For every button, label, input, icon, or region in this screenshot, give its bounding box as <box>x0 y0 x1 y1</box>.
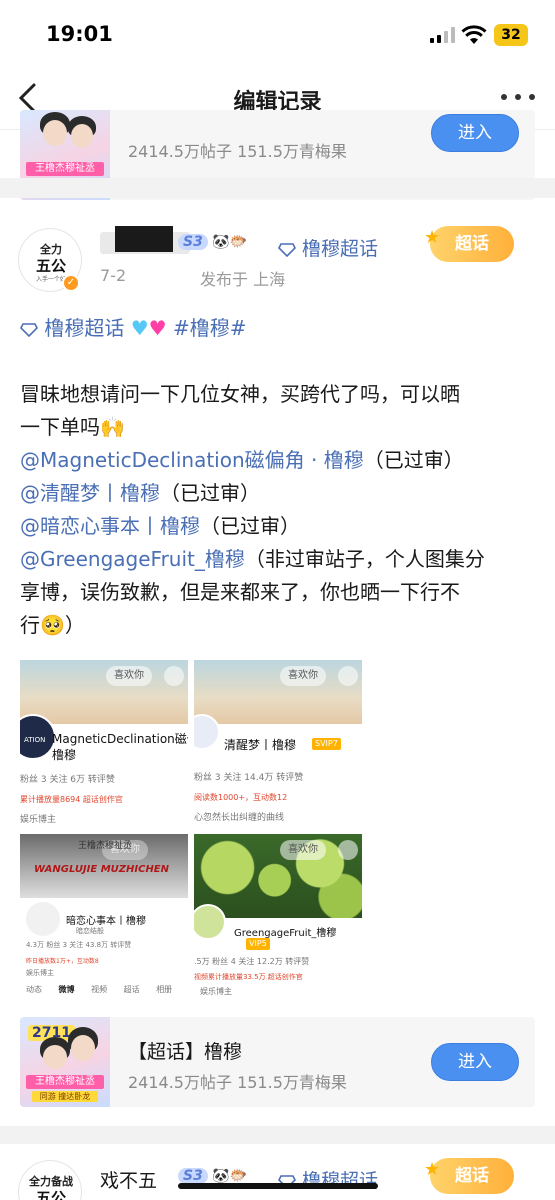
panda-icon: 🐼 <box>212 1168 230 1184</box>
fish-icon: 🐡 <box>229 234 248 250</box>
profile-highlight: 昨日播放数1万+，互动数8 <box>26 958 99 965</box>
star-icon: ★ <box>424 1159 441 1180</box>
profile-stats: 粉丝 3 关注 6万 转评赞 <box>20 775 115 785</box>
profile-tabs: 动态 微博 视频 超话 相册 <box>26 984 172 995</box>
profile-stats: .5万 粉丝 4 关注 12.2万 转评赞 <box>194 957 310 966</box>
post-body: 冒昧地想请问一下几位女神，买跨代了吗，可以晒 一下单吗🙌 @MagneticDe… <box>20 378 540 642</box>
tab: 视频 <box>91 985 108 994</box>
signal-icon <box>430 27 456 43</box>
thumb-banner: 王橹杰穆祉丞 <box>26 162 104 176</box>
profile-avatar <box>194 904 226 940</box>
mention-link[interactable]: @清醒梦丨橹穆 <box>20 481 160 505</box>
divider <box>0 1126 555 1144</box>
tab: 微博 <box>58 985 75 994</box>
profile-sub: 暗恋结般 <box>76 927 104 935</box>
user-badges: S3 🐼🐡 <box>178 1168 247 1184</box>
hashtag-link[interactable]: #橹穆# <box>173 316 247 340</box>
tab: 动态 <box>26 985 42 994</box>
tab: 超话 <box>123 985 140 994</box>
mention-line-1: @MagneticDeclination磁偏角 · 橹穆（已过审） <box>20 448 464 472</box>
mention-line-2: @清醒梦丨橹穆（已过审） <box>20 481 260 505</box>
post-image-4[interactable]: 喜欢你 GreengageFruit_橹穆 VIP5 .5万 粉丝 4 关注 1… <box>194 834 362 1000</box>
supertopic-tag[interactable]: ★ 超话 <box>424 1158 514 1194</box>
profile-highlight: 阅读数1000+，互动数12 <box>194 793 288 802</box>
enter-button[interactable]: 进入 <box>431 1043 519 1081</box>
supertopic-tag[interactable]: ★ 超话 <box>424 226 514 262</box>
search-icon <box>164 666 184 686</box>
post-image-3[interactable]: 喜欢你 王橹杰穆祉丞 WANGLUJIE MUZHICHEN 暗恋心事本丨橹穆 … <box>20 834 188 1000</box>
search-icon <box>338 840 358 860</box>
post-line: 一下单吗🙌 <box>20 415 125 439</box>
profile-desc: 娱乐博主 <box>20 815 57 825</box>
mention-line-4: @GreengageFruit_橹穆（非过审站子，个人图集分 <box>20 547 485 571</box>
like-chip: 喜欢你 <box>280 840 326 860</box>
search-icon <box>338 666 358 686</box>
user-badges: S3 🐼🐡 <box>178 234 247 250</box>
more-options-icon[interactable] <box>501 94 535 102</box>
diamond-icon <box>278 242 296 257</box>
diamond-icon <box>20 322 38 337</box>
blue-heart-icon: ♥ <box>130 316 149 340</box>
level-badge: S3 <box>178 234 208 250</box>
vip-badge: VIP5 <box>246 938 270 950</box>
profile-desc: 娱乐博主 <box>200 987 232 996</box>
divider <box>0 178 555 198</box>
enter-button[interactable]: 进入 <box>431 114 519 152</box>
profile-name: 暗恋心事本丨橹穆 <box>66 916 146 927</box>
profile-name: MagneticDeclination磁偏 <box>52 732 188 746</box>
profile-highlight: 累计播放量8694 超话创作官 <box>20 795 123 804</box>
supertopic-link[interactable]: 橹穆超话 <box>278 234 378 261</box>
wifi-icon <box>461 25 487 44</box>
post-line: 行🥺） <box>20 613 85 637</box>
supertopic-title: 【超话】橹穆 <box>128 1041 243 1063</box>
mention-link[interactable]: @暗恋心事本丨橹穆 <box>20 514 200 538</box>
battery-indicator: 32 <box>494 24 528 46</box>
thumb-banner: 王橹杰穆祉丞 <box>26 1075 104 1089</box>
supertopic-stats: 2414.5万帖子 151.5万青梅果 <box>128 1073 347 1092</box>
post-line: 享博，误伤致歉，但是来都来了，你也晒一下行不 <box>20 580 460 604</box>
username[interactable]: 戏不五 <box>100 1166 157 1193</box>
profile-highlight: 视频累计播放量33.5万 超话创作官 <box>194 973 303 981</box>
supertopic-stats: 2414.5万帖子 151.5万青梅果 <box>128 142 347 161</box>
fish-icon: 🐡 <box>229 1168 248 1184</box>
banner-title: 王橹杰穆祉丞 <box>78 841 133 851</box>
verified-badge-icon: ✓ <box>62 274 80 292</box>
banner-logo-text: WANGLUJIE MUZHICHEN <box>34 864 170 875</box>
profile-name: 清醒梦丨橹穆 <box>224 738 297 752</box>
panda-icon: 🐼 <box>212 234 230 250</box>
profile-name: GreengageFruit_橹穆 <box>234 928 337 939</box>
profile-desc: 娱乐博主 <box>26 969 54 977</box>
profile-stats: 粉丝 3 关注 14.4万 转评赞 <box>194 773 304 783</box>
star-icon: ★ <box>424 227 441 248</box>
status-time: 19:01 <box>46 22 113 46</box>
mention-link[interactable]: @MagneticDeclination磁偏角 · 橹穆 <box>20 448 364 472</box>
profile-name-line2: 橹穆 <box>52 748 77 762</box>
supertopic-card[interactable]: 2711 王橹杰穆祉丞 同游 撞达卧龙 【超话】橹穆 2414.5万帖子 151… <box>20 1017 535 1107</box>
mention-link[interactable]: @GreengageFruit_橹穆 <box>20 547 245 571</box>
mention-line-3: @暗恋心事本丨橹穆（已过审） <box>20 514 300 538</box>
post-date: 7-2 <box>100 266 127 285</box>
profile-stats: 4.3万 粉丝 3 关注 43.8万 转评赞 <box>26 941 132 949</box>
thumb-sub-banner: 同游 撞达卧龙 <box>32 1091 98 1102</box>
supertopic-thumbnail: 2711 王橹杰穆祉丞 同游 撞达卧龙 <box>20 1017 110 1107</box>
like-chip: 喜欢你 <box>280 666 326 686</box>
home-indicator <box>178 1183 378 1189</box>
pink-heart-icon: ♥ <box>148 316 167 340</box>
post-topic-line[interactable]: 橹穆超话 ♥♥ #橹穆# <box>20 312 246 341</box>
redaction-block <box>115 226 173 252</box>
like-chip: 喜欢你 <box>106 666 152 686</box>
post-image-2[interactable]: 喜欢你 清醒梦丨橹穆 SVIP7 粉丝 3 关注 14.4万 转评赞 阅读数10… <box>194 660 362 828</box>
level-badge: S3 <box>178 1168 208 1184</box>
post-image-1[interactable]: 喜欢你 ATION MagneticDeclination磁偏 橹穆 粉丝 3 … <box>20 660 188 828</box>
post-line: 冒昧地想请问一下几位女神，买跨代了吗，可以晒 <box>20 382 460 406</box>
post-location: 发布于 上海 <box>200 270 286 289</box>
tab: 相册 <box>156 985 173 994</box>
status-bar: 19:01 32 <box>0 0 555 66</box>
profile-desc: 心忽然长出纠缠的曲线 <box>194 813 285 823</box>
vip-badge: SVIP7 <box>312 738 341 750</box>
profile-avatar <box>24 900 62 938</box>
user-avatar[interactable]: 全力备战 五公 <box>18 1160 82 1200</box>
